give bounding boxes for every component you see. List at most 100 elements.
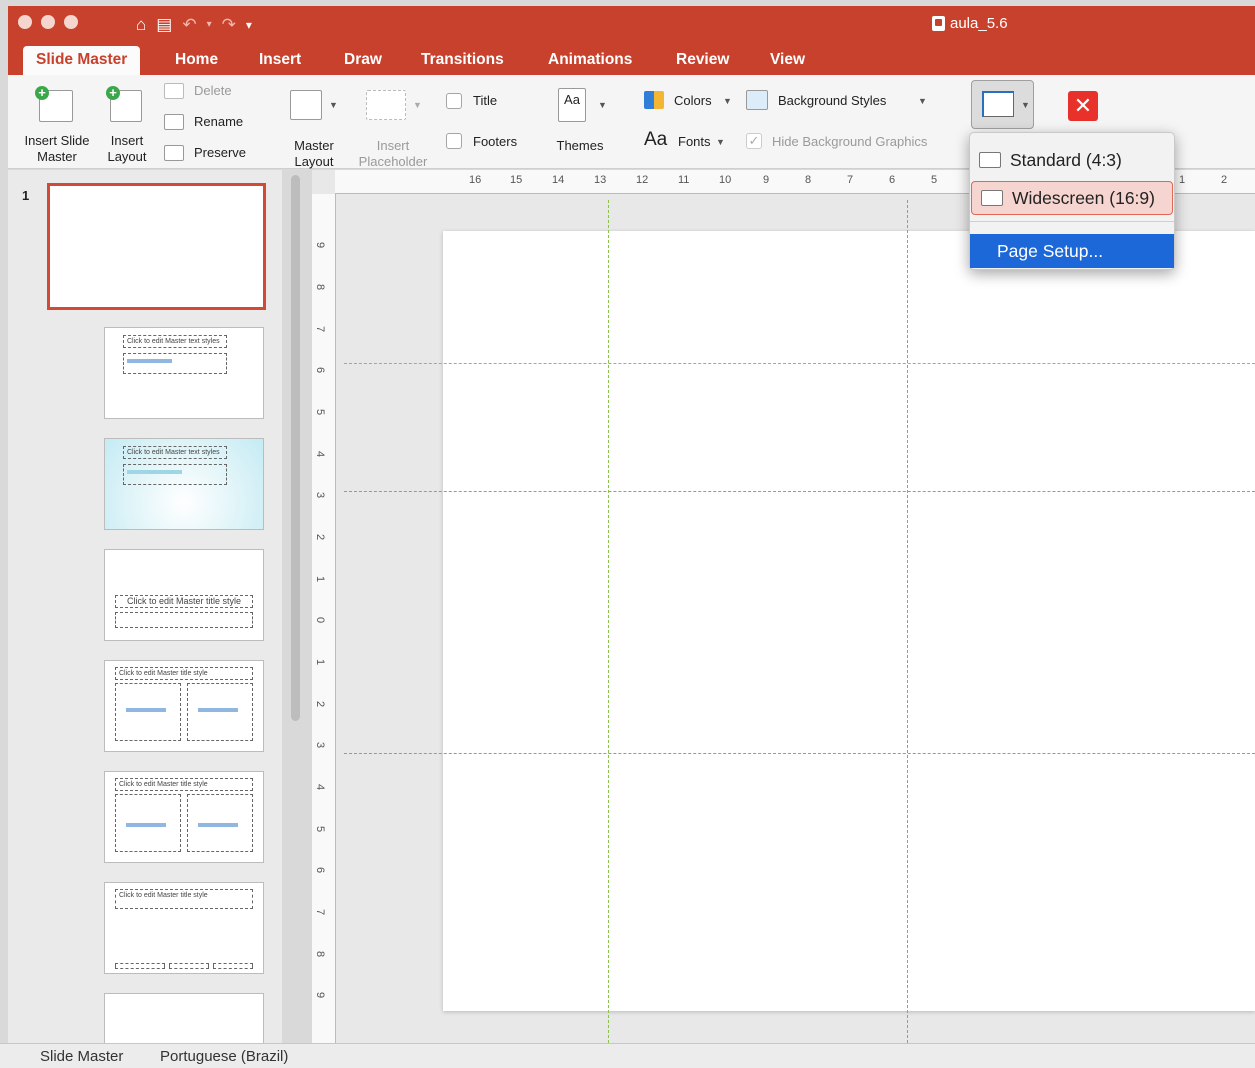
tab-home[interactable]: Home [175,46,218,75]
thumbnail-scrollbar[interactable] [291,175,300,721]
redo-icon[interactable]: ↷ [222,10,236,40]
ruler-tick: 8 [314,283,327,291]
close-master-view-button[interactable]: ✕ [1068,91,1098,121]
ruler-tick: 3 [314,491,327,499]
insert-layout-label-line2: Layout [107,149,147,164]
thumbnail-slide-master[interactable] [47,183,266,310]
tab-slide-master[interactable]: Slide Master [23,46,141,75]
home-icon[interactable]: ⌂ [136,10,146,40]
ruler-tick: 13 [594,174,607,186]
rename-button[interactable]: Rename [164,112,254,134]
background-styles-button[interactable]: Background Styles ▼ [746,89,927,113]
menu-item-standard-label: Standard (4:3) [1010,149,1122,170]
delete-button[interactable]: Delete [164,81,244,103]
customize-toolbar-icon[interactable]: ▾ [246,10,252,40]
ruler-tick: 2 [314,700,327,708]
tab-review[interactable]: Review [676,46,729,75]
thumb-placeholder-left [115,683,181,741]
ruler-tick: 9 [314,241,327,249]
menu-separator [970,221,1174,222]
ruler-tick: 15 [510,174,523,186]
colors-button[interactable]: Colors ▼ [644,89,734,113]
rename-icon [164,114,184,130]
insert-slide-master-button[interactable]: + Insert Slide Master [16,80,98,166]
powerpoint-document-icon [932,16,945,31]
save-icon[interactable]: ▤ [156,10,172,40]
preserve-label: Preserve [194,145,247,160]
insert-placeholder-label-line2: Placeholder [358,154,428,169]
slide-size-menu: Standard (4:3) Widescreen (16:9) Page Se… [969,132,1175,270]
horizontal-guide-green[interactable] [344,363,1255,364]
vertical-guide-green[interactable] [608,200,609,1043]
window-title: aula_5.6 [932,15,1008,32]
zoom-window-button[interactable] [64,15,78,29]
ruler-tick: 1 [1179,174,1186,186]
fonts-label: Fonts [678,134,711,149]
status-view: Slide Master [40,1048,124,1065]
menu-item-widescreen[interactable]: Widescreen (16:9) [971,181,1173,215]
slide-size-icon [982,91,1014,117]
master-layout-label-line1: Master [294,138,334,153]
slide-size-button[interactable]: ▼ [971,80,1034,129]
insert-layout-button[interactable]: + Insert Layout [102,80,152,166]
themes-button[interactable]: Aa ▼ Themes [548,80,612,166]
footers-checkbox[interactable] [446,133,462,149]
ruler-tick: 5 [314,825,327,833]
colors-label: Colors [674,93,712,108]
thumb-placeholder-footer [169,963,209,969]
thumb-placeholder-text: Click to edit Master text styles [123,446,227,459]
thumb-placeholder-text: Click to edit Master text styles [123,335,227,348]
ruler-tick: 2 [314,533,327,541]
thumbnail-layout-3[interactable]: Click to edit Master title style [104,549,264,641]
horizontal-guide-orange[interactable] [344,753,1255,754]
ruler-tick: 12 [636,174,649,186]
master-layout-button[interactable]: ▼ Master Layout [284,80,344,169]
thumbnail-layout-7[interactable] [104,993,264,1043]
menu-item-standard[interactable]: Standard (4:3) [970,143,1174,177]
minimize-window-button[interactable] [41,15,55,29]
thumbnail-layout-5[interactable]: Click to edit Master title style [104,771,264,863]
undo-icon[interactable]: ↶ [182,10,196,40]
thumbnail-layout-2[interactable]: Click to edit Master text styles [104,438,264,530]
thumb-placeholder-right [187,794,253,852]
horizontal-guide-center[interactable] [344,491,1255,492]
menu-item-page-setup[interactable]: Page Setup... [970,234,1174,268]
slide-number: 1 [22,188,30,203]
thumbnail-layout-6[interactable]: Click to edit Master title style [104,882,264,974]
insert-placeholder-button[interactable]: ▼ Insert Placeholder [348,80,438,169]
ruler-tick: 14 [552,174,565,186]
title-checkbox-label: Title [473,93,498,108]
insert-placeholder-label-line1: Insert [376,138,410,153]
chevron-down-icon: ▼ [918,96,927,106]
master-layout-label-line2: Layout [294,154,334,169]
chevron-down-icon: ▼ [716,137,725,147]
tab-animations[interactable]: Animations [548,46,632,75]
tab-transitions[interactable]: Transitions [421,46,504,75]
hide-background-graphics-checkbox[interactable]: ✓ Hide Background Graphics [746,131,951,153]
background-styles-icon [746,90,768,110]
thumbnail-layout-4[interactable]: Click to edit Master title style [104,660,264,752]
ruler-tick: 11 [678,174,690,186]
thumb-placeholder-body [123,464,227,485]
themes-icon: Aa [558,88,586,122]
delete-icon [164,83,184,99]
preserve-button[interactable]: Preserve [164,143,259,165]
tab-view[interactable]: View [770,46,805,75]
master-layout-icon [290,90,322,120]
tab-draw[interactable]: Draw [344,46,382,75]
ruler-tick: 8 [314,950,327,958]
tab-insert[interactable]: Insert [259,46,301,75]
status-language[interactable]: Portuguese (Brazil) [160,1048,288,1065]
ruler-tick: 0 [314,616,327,624]
ruler-tick: 7 [314,325,327,333]
thumbnail-pane: 1 Click to edit Master text styles Click… [8,170,282,1043]
slide-master-canvas[interactable] [443,231,1255,1011]
vertical-guide-center[interactable] [907,200,908,1043]
color-palette-icon [644,91,664,109]
undo-dropdown-icon[interactable]: ▾ [207,10,212,40]
fonts-button[interactable]: Aa Fonts ▼ [644,129,734,153]
close-window-button[interactable] [18,15,32,29]
title-checkbox[interactable] [446,93,462,109]
preserve-icon [164,145,184,161]
thumbnail-layout-1[interactable]: Click to edit Master text styles [104,327,264,419]
